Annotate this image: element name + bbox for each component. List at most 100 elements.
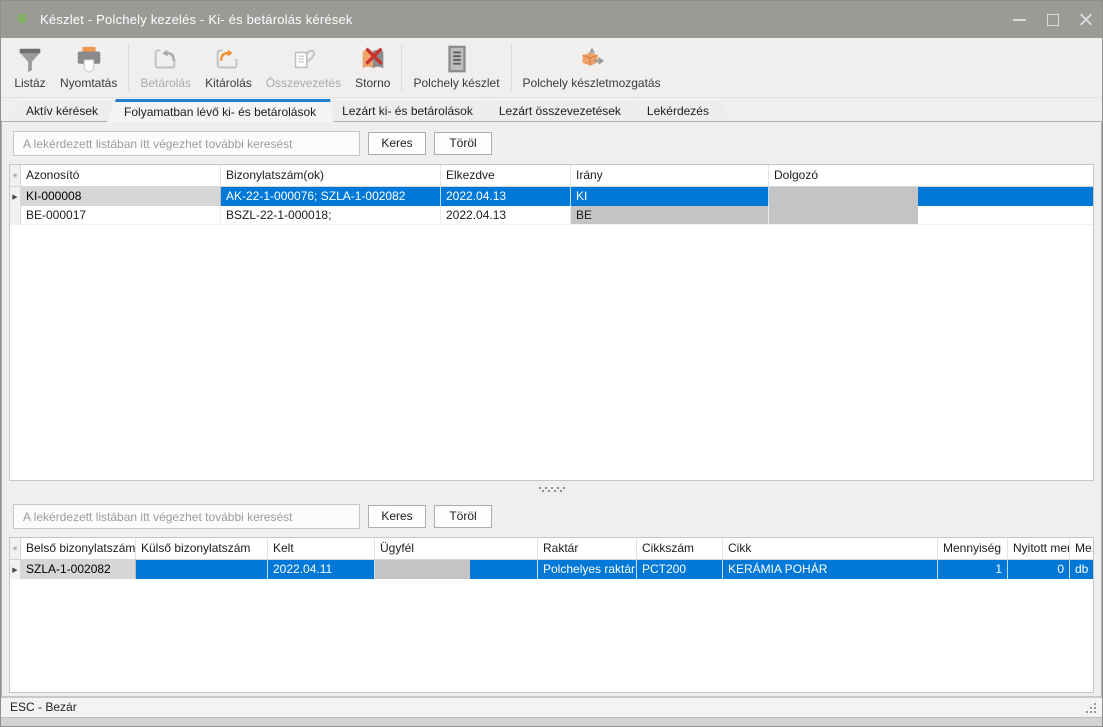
kitarolas-button[interactable]: Kitárolás — [198, 41, 259, 97]
top-search-input[interactable] — [13, 131, 360, 156]
redacted-value — [375, 560, 470, 579]
toolbar-button-label: Kitárolás — [205, 76, 252, 90]
cancel-book-icon — [357, 43, 389, 75]
filter-star-icon: ✳ — [10, 538, 21, 559]
column-header-irany[interactable]: Irány — [571, 165, 769, 186]
bottom-search-row: Keres Töröl — [13, 504, 1094, 529]
column-header-mertekegyseg[interactable]: Me. — [1070, 538, 1093, 559]
cell-azonosito: BE-000017 — [21, 206, 221, 225]
cell-cikk: KERÁMIA POHÁR — [723, 560, 938, 579]
top-clear-button[interactable]: Töröl — [434, 132, 492, 155]
column-header-kelt[interactable]: Kelt — [268, 538, 375, 559]
listaz-button[interactable]: Listáz — [7, 41, 53, 97]
toolbar-button-label: Betárolás — [140, 76, 191, 90]
column-header-dolgozo[interactable]: Dolgozó — [769, 165, 1093, 186]
bottom-search-input[interactable] — [13, 504, 360, 529]
toolbar-separator — [401, 44, 402, 91]
column-header-nyitott-mennyiseg[interactable]: Nyitott men — [1008, 538, 1070, 559]
toolbar-button-label: Összevezetés — [266, 76, 341, 90]
tab-lekerdezes[interactable]: Lekérdezés — [630, 101, 726, 121]
app-window: ❋ Készlet - Polchely kezelés - Ki- és be… — [0, 0, 1103, 727]
column-header-kulso-bizonylatszam[interactable]: Külső bizonylatszám — [136, 538, 268, 559]
cell-kulso-bizonylatszam — [136, 560, 268, 579]
tab-folyamatban-levo-ki-es-betarolasok[interactable]: Folyamatban lévő ki- és betárolások — [107, 99, 333, 122]
column-header-raktar[interactable]: Raktár — [538, 538, 637, 559]
toolbar-separator — [511, 44, 512, 91]
table-row[interactable]: ▶ SZLA-1-002082 2022.04.11 Polchelyes ra… — [10, 560, 1093, 579]
cell-mertekegyseg: db — [1070, 560, 1093, 579]
merge-documents-icon — [287, 43, 319, 75]
cell-irany: BE — [571, 206, 769, 225]
statusbar: ESC - Bezár — [1, 697, 1102, 717]
tab-lezart-osszevezetesek[interactable]: Lezárt összevezetések — [482, 101, 638, 121]
cell-elkezdve: 2022.04.13 — [441, 206, 571, 225]
horizontal-splitter[interactable] — [2, 481, 1101, 495]
cell-belso-bizonylatszam: SZLA-1-002082 — [21, 560, 136, 579]
osszevezetes-button[interactable]: Összevezetés — [259, 41, 348, 97]
betarolas-button[interactable]: Betárolás — [133, 41, 198, 97]
tab-page-panel: Keres Töröl ✳ Azonosító Bizonylatszám(ok… — [1, 121, 1102, 697]
polchely-keszlet-button[interactable]: Polchely készlet — [406, 41, 506, 97]
column-header-mennyiseg[interactable]: Mennyiség — [938, 538, 1008, 559]
cell-irany: KI — [571, 187, 769, 206]
bottom-clear-button[interactable]: Töröl — [434, 505, 492, 528]
detail-grid-header: ✳ Belső bizonylatszám Külső bizonylatszá… — [10, 538, 1093, 560]
requests-grid-header: ✳ Azonosító Bizonylatszám(ok) Elkezdve I… — [10, 165, 1093, 187]
bottom-search-button[interactable]: Keres — [368, 505, 426, 528]
column-header-cikkszam[interactable]: Cikkszám — [637, 538, 723, 559]
top-search-button[interactable]: Keres — [368, 132, 426, 155]
tab-lezart-ki-es-betarolasok[interactable]: Lezárt ki- és betárolások — [325, 101, 490, 121]
cell-bizonylatszam: BSZL-22-1-000018; — [221, 206, 441, 225]
app-icon: ❋ — [13, 11, 31, 29]
column-header-cikk[interactable]: Cikk — [723, 538, 938, 559]
maximize-button[interactable] — [1036, 1, 1069, 38]
cell-dolgozo — [769, 206, 1093, 225]
funnel-icon — [14, 43, 46, 75]
toolbar-button-label: Polchely készlet — [413, 76, 499, 90]
maximize-icon — [1047, 14, 1059, 26]
window-title: Készlet - Polchely kezelés - Ki- és betá… — [40, 12, 1003, 27]
toolbar-button-label: Listáz — [14, 76, 45, 90]
window-bottom-edge — [1, 717, 1102, 726]
row-marker-placeholder — [10, 206, 21, 225]
table-row[interactable]: ▶ KI-000008 AK-22-1-000076; SZLA-1-00208… — [10, 187, 1093, 206]
table-row[interactable]: BE-000017 BSZL-22-1-000018; 2022.04.13 B… — [10, 206, 1093, 225]
cell-mennyiseg: 1 — [938, 560, 1008, 579]
storno-button[interactable]: Storno — [348, 41, 397, 97]
cell-kelt: 2022.04.11 — [268, 560, 375, 579]
detail-grid: ✳ Belső bizonylatszám Külső bizonylatszá… — [9, 537, 1094, 693]
tab-aktiv-keresek[interactable]: Aktív kérések — [9, 101, 115, 121]
printer-icon — [73, 43, 105, 75]
column-header-ugyfel[interactable]: Ügyfél — [375, 538, 538, 559]
minimize-icon — [1013, 19, 1026, 21]
cell-raktar: Polchelyes raktár — [538, 560, 637, 579]
cell-bizonylatszam: AK-22-1-000076; SZLA-1-002082 — [221, 187, 441, 206]
polchely-keszletmozgatas-button[interactable]: Polchely készletmozgatás — [516, 41, 668, 97]
toolbar-button-label: Nyomtatás — [60, 76, 117, 90]
cell-azonosito: KI-000008 — [21, 187, 221, 206]
column-header-bizonylatszam[interactable]: Bizonylatszám(ok) — [221, 165, 441, 186]
row-marker-icon: ▶ — [10, 187, 21, 206]
cell-nyitott-mennyiseg: 0 — [1008, 560, 1070, 579]
requests-grid: ✳ Azonosító Bizonylatszám(ok) Elkezdve I… — [9, 164, 1094, 481]
column-header-elkezdve[interactable]: Elkezdve — [441, 165, 571, 186]
tabbar: Aktív kérések Folyamatban lévő ki- és be… — [1, 98, 1102, 121]
splitter-grip-icon — [539, 487, 541, 489]
stock-move-icon — [576, 43, 608, 75]
redacted-value — [769, 187, 918, 206]
resize-grip[interactable] — [1094, 711, 1096, 713]
close-button[interactable] — [1069, 1, 1102, 38]
arrow-out-icon — [212, 43, 244, 75]
panel-empty-area — [2, 693, 1101, 696]
arrow-in-icon — [150, 43, 182, 75]
column-header-belso-bizonylatszam[interactable]: Belső bizonylatszám — [21, 538, 136, 559]
nyomtatas-button[interactable]: Nyomtatás — [53, 41, 124, 97]
filter-star-icon: ✳ — [10, 165, 21, 186]
row-marker-icon: ▶ — [10, 560, 21, 579]
column-header-azonosito[interactable]: Azonosító — [21, 165, 221, 186]
minimize-button[interactable] — [1003, 1, 1036, 38]
toolbar: Listáz Nyomtatás Betárolás Kitárolás Ös — [1, 38, 1102, 98]
toolbar-separator — [128, 44, 129, 91]
cell-elkezdve: 2022.04.13 — [441, 187, 571, 206]
top-search-row: Keres Töröl — [13, 131, 1094, 156]
